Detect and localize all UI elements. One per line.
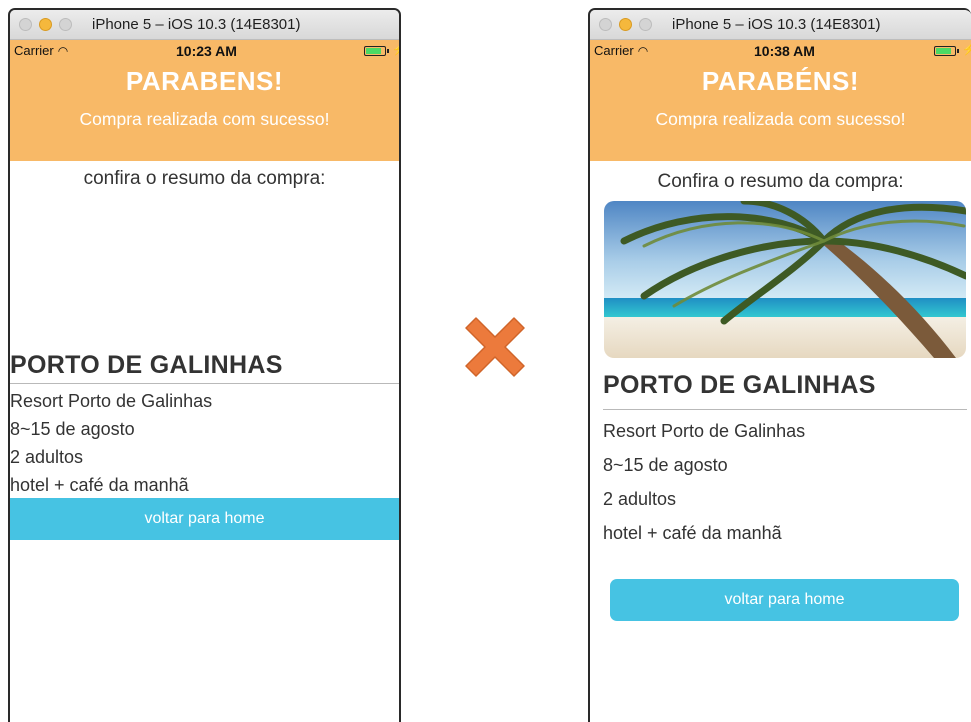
minimize-button[interactable]	[39, 18, 52, 31]
detail-hotel: Resort Porto de Galinhas	[10, 391, 213, 411]
zoom-button[interactable]	[59, 18, 72, 31]
carrier-label: Carrier ◠	[14, 43, 69, 58]
header-subtitle: Compra realizada com sucesso!	[79, 109, 330, 129]
status-time: 10:38 AM	[754, 43, 815, 59]
summary-label: Confira o resumo da compra:	[657, 171, 904, 192]
traffic-lights	[19, 18, 72, 31]
window-title: iPhone 5 – iOS 10.3 (14E8301)	[92, 16, 301, 33]
back-home-button[interactable]: voltar para home	[10, 498, 399, 540]
close-button[interactable]	[599, 18, 612, 31]
simulator-window-right: iPhone 5 – iOS 10.3 (14E8301) Carrier ◠ 1…	[588, 8, 971, 722]
detail-guests: 2 adultos	[10, 447, 84, 467]
detail-hotel: Resort Porto de Galinhas	[603, 421, 806, 441]
simulator-window-left: iPhone 5 – iOS 10.3 (14E8301) Carrier ◠ 1…	[8, 8, 401, 722]
divider	[10, 383, 399, 384]
wifi-icon: ◠	[637, 44, 649, 58]
header-title: PARABÉNS!	[701, 66, 860, 96]
close-button[interactable]	[19, 18, 32, 31]
divider	[603, 409, 967, 410]
detail-plan: hotel + café da manhã	[10, 475, 189, 495]
battery-icon	[934, 46, 959, 56]
status-time: 10:23 AM	[176, 43, 237, 59]
header-subtitle: Compra realizada com sucesso!	[655, 109, 906, 129]
details-list: Resort Porto de Galinhas 8~15 de agosto …	[603, 420, 805, 556]
window-titlebar: iPhone 5 – iOS 10.3 (14E8301)	[10, 10, 399, 40]
status-bar: Carrier◠ 10:23 AM ⚡	[14, 43, 399, 61]
summary-label: confira o resumo da compra:	[83, 168, 326, 189]
cross-icon	[465, 317, 525, 377]
header-title: PARABENS!	[125, 66, 284, 96]
wifi-icon: ◠	[57, 44, 69, 58]
charging-bolt-icon: ⚡	[392, 43, 399, 56]
window-titlebar: iPhone 5 – iOS 10.3 (14E8301)	[590, 10, 971, 40]
charging-bolt-icon: ⚡	[962, 43, 971, 56]
detail-dates: 8~15 de agosto	[10, 419, 135, 439]
success-header: Carrier◠ 10:23 AM ⚡ PARABENS! Compra rea…	[10, 40, 399, 161]
minimize-button[interactable]	[619, 18, 632, 31]
zoom-button[interactable]	[639, 18, 652, 31]
success-header: Carrier◠ 10:38 AM ⚡ PARABÉNS! Compra rea…	[590, 40, 971, 161]
window-title: iPhone 5 – iOS 10.3 (14E8301)	[672, 16, 881, 33]
destination-title: PORTO DE GALINHAS	[603, 371, 876, 399]
carrier-label: Carrier ◠	[594, 43, 649, 58]
details-list: Resort Porto de Galinhas 8~15 de agosto …	[10, 388, 212, 500]
traffic-lights	[599, 18, 652, 31]
status-bar: Carrier◠ 10:38 AM ⚡	[594, 43, 971, 61]
back-home-button[interactable]: voltar para home	[610, 579, 959, 621]
destination-title: PORTO DE GALINHAS	[10, 351, 283, 379]
detail-plan: hotel + café da manhã	[603, 523, 782, 543]
detail-dates: 8~15 de agosto	[603, 455, 728, 475]
battery-icon	[364, 46, 389, 56]
beach-photo	[604, 201, 966, 358]
detail-guests: 2 adultos	[603, 489, 677, 509]
